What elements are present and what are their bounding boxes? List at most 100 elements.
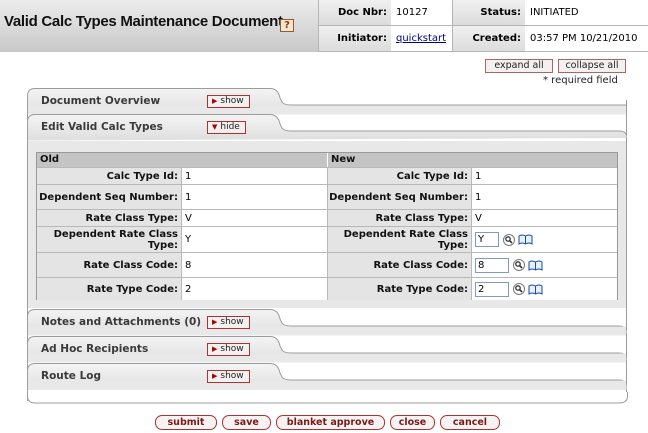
rate-type-code-label: Rate Type Code:	[37, 278, 181, 300]
triangle-right-icon: ▶	[212, 345, 218, 353]
rate-type-code-label: Rate Type Code:	[328, 278, 471, 300]
blanket-approve-button[interactable]: blanket approve	[276, 415, 385, 430]
divider	[471, 210, 472, 226]
divider	[471, 185, 472, 209]
tab-shape	[27, 363, 627, 390]
divider	[327, 210, 328, 226]
tab-label: Edit Valid Calc Types	[41, 121, 163, 133]
table-row: Calc Type Id: 1 Calc Type Id: 1	[37, 167, 617, 184]
table-row: Rate Type Code: 2 Rate Type Code: 2	[37, 277, 617, 300]
expand-all-button[interactable]: expand all	[485, 59, 553, 73]
show-button[interactable]: ▶ show	[207, 343, 250, 356]
table-row: Dependent Rate Class Type: Y Dependent R…	[37, 226, 617, 252]
new-value-cell: Y	[472, 227, 617, 252]
tab-label: Ad Hoc Recipients	[41, 343, 149, 355]
required-field-note: * required field	[543, 75, 618, 86]
document-header: Valid Calc Types Maintenance Document ? …	[0, 0, 648, 52]
new-rate-class-type: V	[472, 210, 617, 226]
rate-class-code-label: Rate Class Code:	[37, 253, 181, 277]
new-value-cell: 2	[472, 278, 617, 300]
magnifier-lookup-icon[interactable]	[513, 259, 525, 271]
dependent-rate-class-type-input[interactable]: Y	[475, 232, 499, 247]
show-button[interactable]: ▶ show	[207, 370, 250, 383]
page-title: Valid Calc Types Maintenance Document	[4, 13, 283, 30]
status-value: INITIATED	[526, 0, 648, 25]
divider	[327, 185, 328, 209]
triangle-right-icon: ▶	[212, 97, 218, 105]
old-dependent-seq-number: 1	[182, 185, 327, 209]
hide-button[interactable]: ▼ hide	[207, 121, 246, 134]
divider	[181, 210, 182, 226]
doc-nbr-label: Doc Nbr:	[318, 0, 391, 25]
divider	[318, 51, 648, 52]
status-label: Status:	[453, 0, 525, 25]
title-area: Valid Calc Types Maintenance Document ?	[0, 0, 318, 52]
new-dependent-seq-number: 1	[472, 185, 617, 209]
dependent-rate-class-type-label: Dependent Rate Class Type:	[37, 227, 181, 252]
divider	[327, 168, 328, 184]
toggle-label: show	[220, 317, 244, 327]
calc-type-id-label: Calc Type Id:	[37, 168, 181, 184]
close-button[interactable]: close	[390, 415, 435, 430]
tab-ad-hoc-recipients: Ad Hoc Recipients ▶ show	[27, 336, 627, 363]
rate-class-code-input[interactable]: 8	[475, 257, 509, 273]
show-button[interactable]: ▶ show	[207, 95, 250, 108]
tab-label: Route Log	[41, 370, 101, 382]
rate-class-type-label: Rate Class Type:	[37, 210, 181, 226]
old-rate-class-code: 8	[182, 253, 327, 277]
book-inquiry-icon[interactable]	[528, 284, 543, 295]
help-icon[interactable]: ?	[280, 19, 294, 32]
divider	[471, 227, 472, 252]
submit-button[interactable]: submit	[155, 415, 217, 430]
divider	[452, 0, 453, 52]
dependent-seq-number-label: Dependent Seq Number:	[328, 185, 471, 209]
divider	[318, 25, 648, 26]
divider	[471, 278, 472, 300]
dependent-rate-class-type-label: Dependent Rate Class Type:	[328, 227, 471, 252]
magnifier-lookup-icon[interactable]	[513, 283, 525, 295]
divider	[181, 168, 182, 184]
header-info-grid: Doc Nbr: 10127 Status: INITIATED Initiat…	[318, 0, 648, 52]
created-label: Created:	[453, 26, 525, 51]
edit-section: Old New Calc Type Id: 1 Calc Type Id: 1 …	[36, 152, 618, 300]
doc-nbr-value: 10127	[392, 0, 452, 25]
show-button[interactable]: ▶ show	[207, 316, 250, 329]
old-dependent-rate-class-type: Y	[182, 227, 327, 252]
magnifier-lookup-icon[interactable]	[503, 233, 515, 246]
book-inquiry-icon[interactable]	[528, 260, 543, 271]
table-row: Rate Class Type: V Rate Class Type: V	[37, 209, 617, 226]
rate-class-type-label: Rate Class Type:	[328, 210, 471, 226]
triangle-down-icon: ▼	[212, 123, 218, 131]
initiator-value: quickstart	[392, 26, 452, 51]
divider	[181, 185, 182, 209]
toggle-label: show	[220, 96, 244, 106]
calc-type-id-label: Calc Type Id:	[328, 168, 471, 184]
new-column-header: New	[328, 153, 617, 167]
cancel-button[interactable]: cancel	[440, 415, 500, 430]
tab-edit-valid-calc-types: Edit Valid Calc Types ▼ hide	[27, 114, 627, 141]
toggle-label: show	[220, 344, 244, 354]
new-calc-type-id: 1	[472, 168, 617, 184]
triangle-right-icon: ▶	[212, 372, 218, 380]
divider	[327, 278, 328, 300]
old-rate-type-code: 2	[182, 278, 327, 300]
divider	[181, 253, 182, 277]
old-rate-class-type: V	[182, 210, 327, 226]
divider	[471, 253, 472, 277]
rate-type-code-input[interactable]: 2	[475, 281, 509, 297]
new-value-cell: 8	[472, 253, 617, 277]
tab-notes-and-attachments: Notes and Attachments (0) ▶ show	[27, 309, 627, 336]
tab-frame-bottom	[27, 392, 628, 404]
table-row: Rate Class Code: 8 Rate Class Code: 8	[37, 252, 617, 277]
triangle-right-icon: ▶	[212, 318, 218, 326]
book-inquiry-icon[interactable]	[518, 234, 533, 245]
table-row: Dependent Seq Number: 1 Dependent Seq Nu…	[37, 184, 617, 209]
divider	[318, 0, 319, 52]
collapse-all-button[interactable]: collapse all	[558, 59, 626, 73]
created-value: 03:57 PM 10/21/2010	[526, 26, 648, 51]
save-button[interactable]: save	[222, 415, 271, 430]
initiator-label: Initiator:	[318, 26, 391, 51]
initiator-link[interactable]: quickstart	[396, 33, 446, 44]
divider	[327, 227, 328, 252]
old-column-header: Old	[37, 153, 327, 167]
